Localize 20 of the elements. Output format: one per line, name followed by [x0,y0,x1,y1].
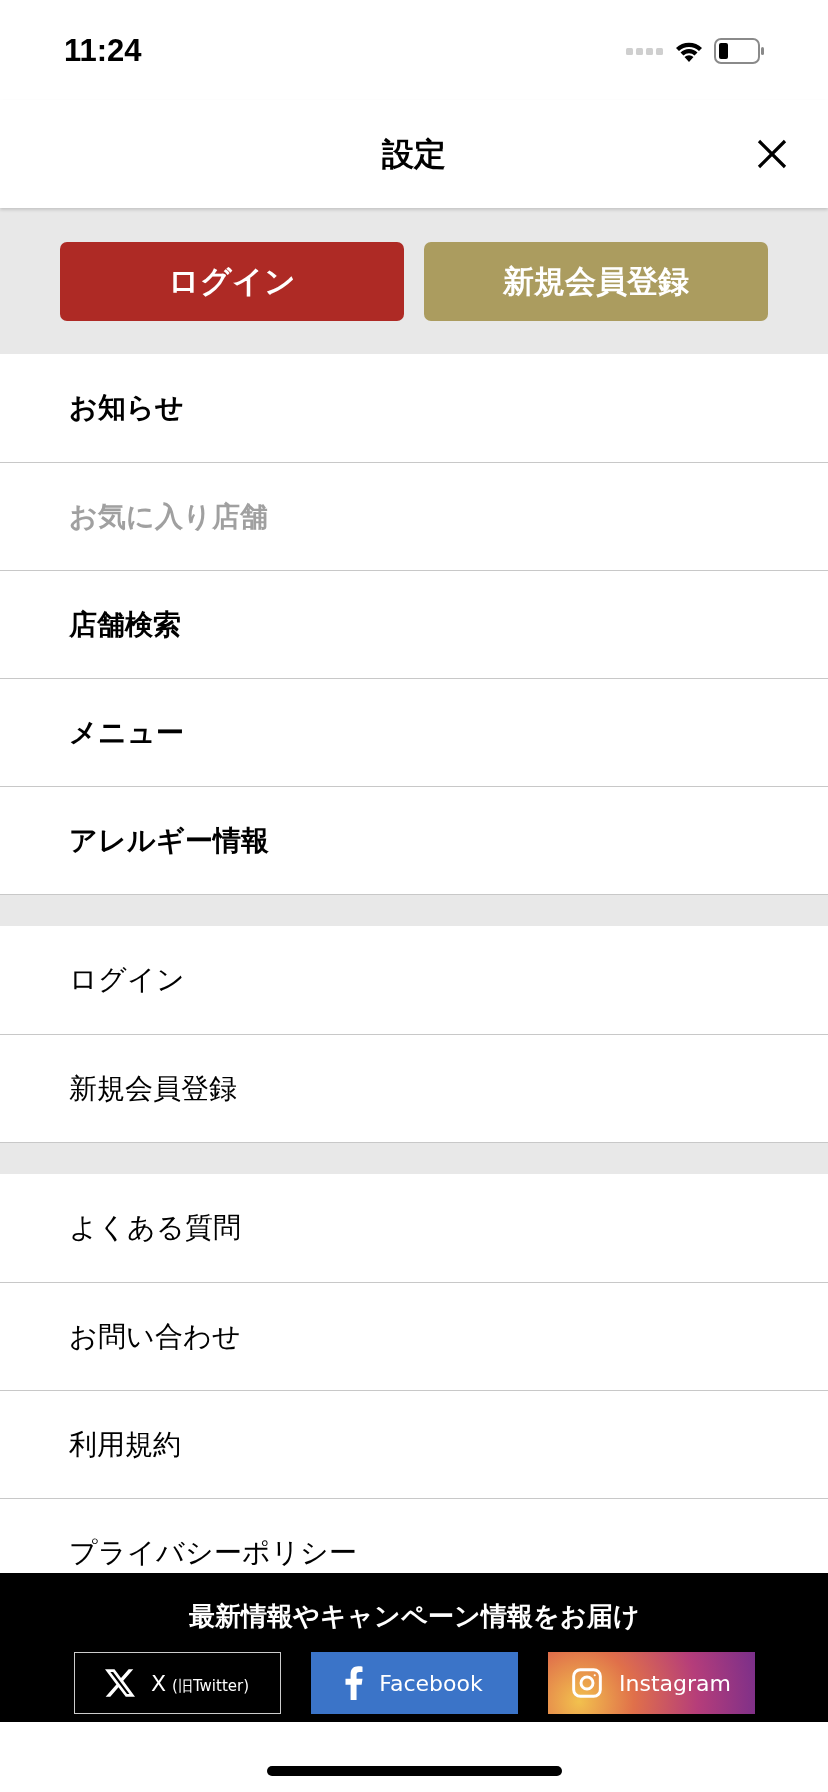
battery-icon [714,38,764,64]
wifi-icon [674,40,704,62]
menu-item[interactable]: 利用規約 [0,1390,828,1498]
banner-heading: 最新情報やキャンペーン情報をお届け [188,1603,640,1629]
x-logo-icon [104,1669,135,1697]
menu-item[interactable]: ログイン [0,926,828,1034]
instagram-link-button[interactable]: Instagram [547,1652,755,1714]
status-time: 11:24 [64,31,142,70]
menu-item[interactable]: お問い合わせ [0,1282,828,1390]
facebook-link-button[interactable]: Facebook [310,1652,518,1714]
menu-item[interactable]: お知らせ [0,354,828,462]
login-button[interactable]: ログイン [60,241,404,321]
page-title: 設定 [382,134,446,175]
menu-item[interactable]: 店舗検索 [0,570,828,678]
facebook-logo-icon [345,1666,364,1700]
menu-item[interactable]: よくある質問 [0,1174,828,1282]
menu-item[interactable]: メニュー [0,678,828,786]
signal-icon [626,46,664,56]
camera-outline-icon [571,1667,604,1699]
x-link-button[interactable]: X (旧Twitter) [73,1652,281,1714]
